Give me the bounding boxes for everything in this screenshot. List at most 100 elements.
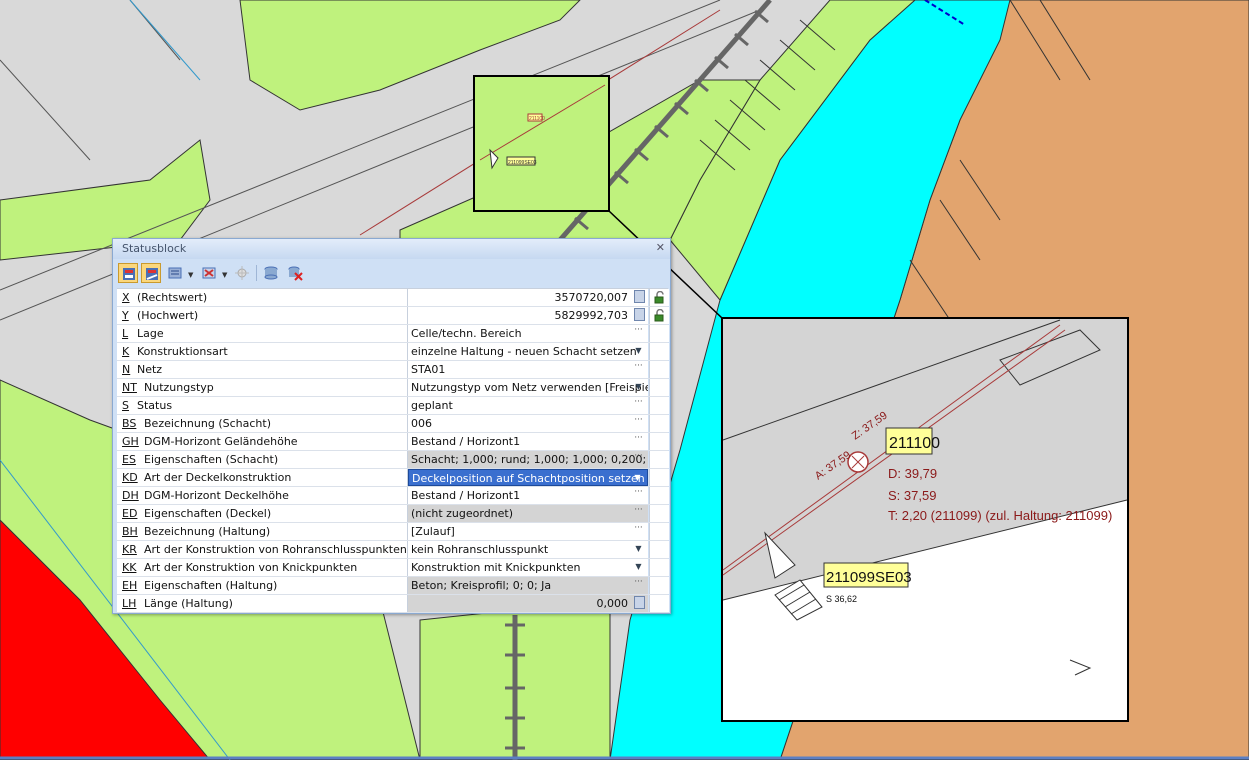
ellipsis-button[interactable]: ··· xyxy=(632,362,645,375)
ellipsis-button[interactable]: ··· xyxy=(632,326,645,339)
options-icon xyxy=(168,267,182,279)
calculator-icon[interactable] xyxy=(634,596,645,609)
property-row-nt[interactable]: NT Nutzungstyp Nutzungstyp vom Netz verwen… xyxy=(117,379,669,397)
lock-cell xyxy=(649,397,669,414)
property-row-y[interactable]: Y (Hochwert) 5829992,703 xyxy=(117,307,669,325)
property-label: KK Art der Konstruktion von Knickpunkten xyxy=(117,559,408,576)
property-value-text: Celle/techn. Bereich xyxy=(411,327,522,340)
ellipsis-button[interactable]: ··· xyxy=(632,578,645,591)
property-label: EH Eigenschaften (Haltung) xyxy=(117,577,408,594)
property-name: Lage xyxy=(137,327,164,340)
property-value[interactable]: 006 ··· xyxy=(408,415,648,432)
ellipsis-button[interactable]: ··· xyxy=(632,434,645,447)
ellipsis-button[interactable]: ··· xyxy=(632,506,645,519)
property-row-l[interactable]: L Lage Celle/techn. Bereich ··· xyxy=(117,325,669,343)
property-row-eh[interactable]: EH Eigenschaften (Haltung) Beton; Kreispro… xyxy=(117,577,669,595)
property-key: X xyxy=(122,291,130,304)
property-row-ed[interactable]: ED Eigenschaften (Deckel) (nicht zugeordne… xyxy=(117,505,669,523)
close-icon[interactable]: ✕ xyxy=(656,241,665,254)
property-key: K xyxy=(122,345,130,358)
property-value[interactable]: Bestand / Horizont1 ··· xyxy=(408,487,648,504)
property-row-bh[interactable]: BH Bezeichnung (Haltung) [Zulauf] ··· xyxy=(117,523,669,541)
ellipsis-button[interactable]: ··· xyxy=(632,416,645,429)
statusblock-window[interactable]: Statusblock ✕ ▼ ▼ X (Rechtswert) 3570720,0… xyxy=(112,238,671,614)
property-value-text: Konstruktion mit Knickpunkten xyxy=(411,561,581,574)
dropdown-arrow-icon[interactable]: ▼ xyxy=(632,380,645,393)
property-row-x[interactable]: X (Rechtswert) 3570720,007 xyxy=(117,289,669,307)
property-row-kd[interactable]: KD Art der Deckelkonstruktion Deckelpositi… xyxy=(117,469,669,487)
property-value[interactable]: Deckelposition auf Schachtposition setze… xyxy=(408,469,648,486)
dropdown-arrow-icon[interactable]: ▼ xyxy=(631,471,644,484)
s2-label: S 36,62 xyxy=(826,594,857,604)
calculator-icon[interactable] xyxy=(634,308,645,321)
property-value[interactable]: Bestand / Horizont1 ··· xyxy=(408,433,648,450)
options-button[interactable] xyxy=(165,263,185,283)
calculator-icon[interactable] xyxy=(634,290,645,303)
filter-dropdown-icon[interactable]: ▼ xyxy=(222,271,227,279)
property-row-gh[interactable]: GH DGM-Horizont Geländehöhe Bestand / Hori… xyxy=(117,433,669,451)
property-row-kk[interactable]: KK Art der Konstruktion von Knickpunkten K… xyxy=(117,559,669,577)
property-value[interactable]: Schacht; 1,000; rund; 1,000; 1,000; 0,20… xyxy=(408,451,648,468)
lock-cell[interactable] xyxy=(649,289,669,306)
property-value[interactable]: (nicht zugeordnet) ··· xyxy=(408,505,648,522)
property-row-s[interactable]: S Status geplant ··· xyxy=(117,397,669,415)
property-value[interactable]: 5829992,703 xyxy=(408,307,648,324)
property-name: Netz xyxy=(137,363,163,376)
property-key: KR xyxy=(122,543,137,556)
t-label: T: 2,20 (211099) (zul. Haltung: 211099) xyxy=(888,508,1112,523)
lock-cell xyxy=(649,595,669,612)
database-icon xyxy=(264,266,278,280)
property-row-lh[interactable]: LH Länge (Haltung) 0,000 xyxy=(117,595,669,613)
property-value[interactable]: Celle/techn. Bereich ··· xyxy=(408,325,648,342)
delete-database-button[interactable] xyxy=(285,263,305,283)
property-label: Y (Hochwert) xyxy=(117,307,408,324)
property-value[interactable]: [Zulauf] ··· xyxy=(408,523,648,540)
lock-cell xyxy=(649,343,669,360)
property-row-n[interactable]: N Netz STA01 ··· xyxy=(117,361,669,379)
filter-button[interactable] xyxy=(199,263,219,283)
property-value-text: 5829992,703 xyxy=(554,309,628,322)
property-row-k[interactable]: K Konstruktionsart einzelne Haltung - neue… xyxy=(117,343,669,361)
property-name: Art der Konstruktion von Knickpunkten xyxy=(144,561,358,574)
property-value[interactable]: einzelne Haltung - neuen Schacht setzen ▼ xyxy=(408,343,648,360)
property-value[interactable]: Beton; Kreisprofil; 0; 0; Ja ··· xyxy=(408,577,648,594)
property-value[interactable]: 3570720,007 xyxy=(408,289,648,306)
property-row-bs[interactable]: BS Bezeichnung (Schacht) 006 ··· xyxy=(117,415,669,433)
property-key: GH xyxy=(122,435,139,448)
property-row-kr[interactable]: KR Art der Konstruktion von Rohranschluss… xyxy=(117,541,669,559)
ellipsis-button[interactable]: ··· xyxy=(632,398,645,411)
property-name: Nutzungstyp xyxy=(144,381,214,394)
shaft-edit-button[interactable] xyxy=(118,263,138,283)
property-value[interactable]: Konstruktion mit Knickpunkten ▼ xyxy=(408,559,648,576)
property-label: ED Eigenschaften (Deckel) xyxy=(117,505,408,522)
property-value[interactable]: Nutzungstyp vom Netz verwenden [Freispie… xyxy=(408,379,648,396)
property-value[interactable]: STA01 ··· xyxy=(408,361,648,378)
lock-cell xyxy=(649,361,669,378)
property-key: N xyxy=(122,363,131,376)
property-value[interactable]: 0,000 xyxy=(408,595,648,612)
property-value[interactable]: geplant ··· xyxy=(408,397,648,414)
property-row-es[interactable]: ES Eigenschaften (Schacht) Schacht; 1,000;… xyxy=(117,451,669,469)
lock-cell xyxy=(649,325,669,342)
database-button[interactable] xyxy=(261,263,281,283)
lock-cell xyxy=(649,541,669,558)
property-label: KR Art der Konstruktion von Rohranschluss… xyxy=(117,541,408,558)
ellipsis-button[interactable]: ··· xyxy=(632,488,645,501)
dropdown-arrow-icon[interactable]: ▼ xyxy=(632,344,645,357)
pipe-edit-button[interactable] xyxy=(141,263,161,283)
statusblock-titlebar[interactable]: Statusblock ✕ xyxy=(113,239,670,259)
property-value-text: geplant xyxy=(411,399,453,412)
lock-cell xyxy=(649,577,669,594)
property-value-text: Beton; Kreisprofil; 0; 0; Ja xyxy=(411,579,552,592)
property-row-dh[interactable]: DH DGM-Horizont Deckelhöhe Bestand / Horiz… xyxy=(117,487,669,505)
dropdown-arrow-icon[interactable]: ▼ xyxy=(632,560,645,573)
options-dropdown-icon[interactable]: ▼ xyxy=(188,271,193,279)
property-label: KD Art der Deckelkonstruktion xyxy=(117,469,408,486)
lock-cell[interactable] xyxy=(649,307,669,324)
property-value[interactable]: kein Rohranschlusspunkt ▼ xyxy=(408,541,648,558)
dropdown-arrow-icon[interactable]: ▼ xyxy=(632,542,645,555)
wizard-button[interactable] xyxy=(232,263,252,283)
ellipsis-button[interactable]: ··· xyxy=(632,524,645,537)
ellipsis-button[interactable]: ··· xyxy=(632,452,645,465)
detail-frame-small xyxy=(473,75,610,212)
